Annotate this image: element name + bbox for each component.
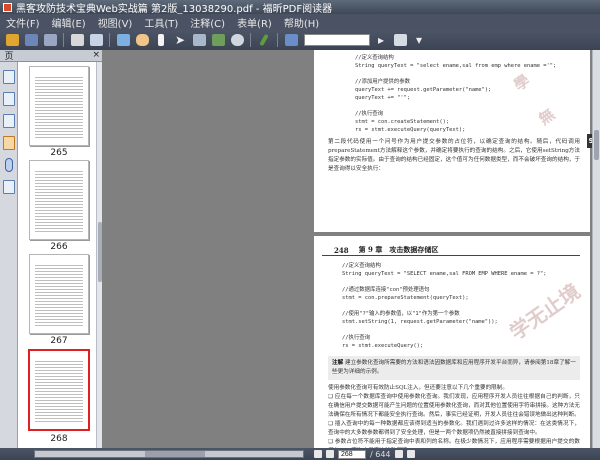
last-page-icon[interactable] bbox=[406, 450, 415, 458]
chevron-down-icon[interactable]: ▾ bbox=[411, 32, 427, 48]
toolbar-divider bbox=[250, 33, 251, 47]
code-line: rs = stmt.executeQuery(queryText); bbox=[342, 127, 466, 133]
fullscreen-icon[interactable] bbox=[115, 32, 131, 48]
bullet-item: ❑ 插入查询中的每一种数据都应该得到适当的参数化。我们遇到过许多这样的情况：在这… bbox=[328, 421, 580, 436]
code-line: queryText += "'"; bbox=[342, 95, 411, 101]
image-icon[interactable] bbox=[210, 32, 226, 48]
page-thumbnail-selected[interactable] bbox=[29, 350, 89, 430]
open-icon[interactable] bbox=[4, 32, 20, 48]
menu-edit[interactable]: 编辑(E) bbox=[46, 15, 92, 30]
page-header: 248 第 9 章 攻击数据存储区 bbox=[322, 236, 580, 256]
page-thumbnail[interactable] bbox=[29, 160, 89, 240]
find-icon[interactable] bbox=[283, 32, 299, 48]
sidebar-strip bbox=[0, 62, 18, 448]
thumbnail-label: 266 bbox=[50, 242, 68, 252]
bullet-item: ❑ 参数占位符不能用于指定查询中表和列的名称。在极少数情况下，应用程序需要根据用… bbox=[328, 439, 580, 445]
menu-tools[interactable]: 工具(T) bbox=[138, 15, 184, 30]
document-scrollbar[interactable] bbox=[592, 50, 600, 448]
bullet-item: ❑ 应在每一个数据库查询中使用参数化查询。我们发现，应用程序开发人员往往根据自己… bbox=[328, 394, 580, 418]
code-line: //定义查询结构 bbox=[342, 55, 394, 61]
thumbnail-label: 267 bbox=[50, 336, 68, 346]
search-down-icon[interactable]: ▸ bbox=[373, 32, 389, 48]
code-line: String queryText = "select ename,sal fro… bbox=[342, 63, 557, 69]
menu-help[interactable]: 帮助(H) bbox=[278, 15, 325, 30]
panel-close-button[interactable]: × bbox=[92, 50, 100, 60]
toolbar-divider bbox=[63, 33, 64, 47]
code-line: //添加用户提供的参数 bbox=[342, 79, 410, 85]
pages-panel-icon[interactable] bbox=[2, 70, 15, 84]
email-icon[interactable] bbox=[88, 32, 104, 48]
page-navigation: / 644 bbox=[314, 449, 415, 459]
menu-form[interactable]: 表单(R) bbox=[231, 15, 278, 30]
layers-panel-icon[interactable] bbox=[2, 114, 15, 128]
pdf-page: //定义查询结构 String queryText = "select enam… bbox=[314, 50, 590, 232]
prev-page-icon[interactable] bbox=[326, 450, 334, 458]
search-options-icon[interactable] bbox=[392, 32, 408, 48]
select-pointer-icon[interactable]: ➤ bbox=[172, 32, 188, 48]
code-line: rs = stmt.executeQuery(); bbox=[342, 343, 424, 349]
thumbnail-panel: 265 266 267 268 bbox=[18, 62, 96, 448]
comments-panel-icon[interactable] bbox=[2, 136, 15, 150]
code-line: //执行查询 bbox=[342, 335, 371, 341]
toolbar: ➤ ▸ ▾ bbox=[0, 30, 600, 50]
code-line: //定义查询结构 bbox=[342, 263, 381, 269]
menu-file[interactable]: 文件(F) bbox=[0, 15, 46, 30]
paragraph: 第二段代码使用一个问号作为用户提交参数的占位符，以确定查询的结构。随后，代码调用… bbox=[328, 139, 580, 172]
title-bar: 黑客攻防技术宝典Web实战篇 第2版_13038290.pdf - 福昕PDF阅… bbox=[0, 0, 600, 15]
select-text-icon[interactable] bbox=[153, 32, 169, 48]
panel-header: × bbox=[18, 50, 102, 62]
total-pages: / 644 bbox=[370, 449, 391, 459]
page-thumbnail[interactable] bbox=[29, 254, 89, 334]
note-label: 注解 bbox=[332, 360, 344, 366]
toolbar-divider bbox=[109, 33, 110, 47]
typewriter-icon[interactable] bbox=[256, 32, 272, 48]
snapshot-icon[interactable] bbox=[191, 32, 207, 48]
signatures-panel-icon[interactable] bbox=[2, 180, 15, 194]
menu-bar: 文件(F) 编辑(E) 视图(V) 工具(T) 注释(C) 表单(R) 帮助(H… bbox=[0, 14, 600, 30]
thumbnail-label: 265 bbox=[50, 148, 68, 158]
page-number-input[interactable] bbox=[338, 449, 366, 459]
note-box: 注解 建立参数化查询所需要的方法和语法因数据库和应用程序开发平台而异，请参阅第1… bbox=[328, 356, 580, 380]
code-line: String queryText = "SELECT ename,sal FRO… bbox=[342, 271, 547, 277]
page-number: 248 bbox=[334, 246, 349, 255]
menu-view[interactable]: 视图(V) bbox=[92, 15, 139, 30]
thumbnail-label: 268 bbox=[50, 434, 68, 444]
pdf-page: 248 第 9 章 攻击数据存储区 //定义查询结构 String queryTe… bbox=[314, 236, 590, 448]
panel-tab-pages[interactable]: 页 bbox=[0, 50, 18, 62]
hand-icon[interactable] bbox=[134, 32, 150, 48]
toolbar-divider bbox=[277, 33, 278, 47]
app-icon bbox=[3, 2, 12, 12]
horizontal-scrollbar[interactable] bbox=[34, 450, 304, 458]
window-title: 黑客攻防技术宝典Web实战篇 第2版_13038290.pdf - 福昕PDF阅… bbox=[16, 3, 333, 15]
next-page-icon[interactable] bbox=[394, 450, 403, 458]
paragraph: 使用参数化查询可有效防止SQL注入，但还要注意以下几个重要的限制。 bbox=[328, 385, 508, 391]
chapter-title: 第 9 章 攻击数据存储区 bbox=[358, 245, 439, 254]
code-line: queryText += request.getParameter("name"… bbox=[342, 87, 492, 93]
search-input[interactable] bbox=[304, 34, 370, 46]
zoom-icon[interactable] bbox=[229, 32, 245, 48]
status-bar: / 644 bbox=[0, 448, 600, 460]
bookmarks-panel-icon[interactable] bbox=[2, 92, 15, 106]
menu-comment[interactable]: 注释(C) bbox=[184, 15, 231, 30]
page-thumbnail[interactable] bbox=[29, 66, 89, 146]
attachments-panel-icon[interactable] bbox=[4, 158, 13, 172]
note-text: 建立参数化查询所需要的方法和语法因数据库和应用程序开发平台而异，请参阅第18章了… bbox=[332, 360, 576, 375]
save-as-icon[interactable] bbox=[42, 32, 58, 48]
print-icon[interactable] bbox=[69, 32, 85, 48]
save-icon[interactable] bbox=[23, 32, 39, 48]
document-view[interactable]: //定义查询结构 String queryText = "select enam… bbox=[102, 50, 592, 448]
first-page-icon[interactable] bbox=[314, 450, 322, 458]
